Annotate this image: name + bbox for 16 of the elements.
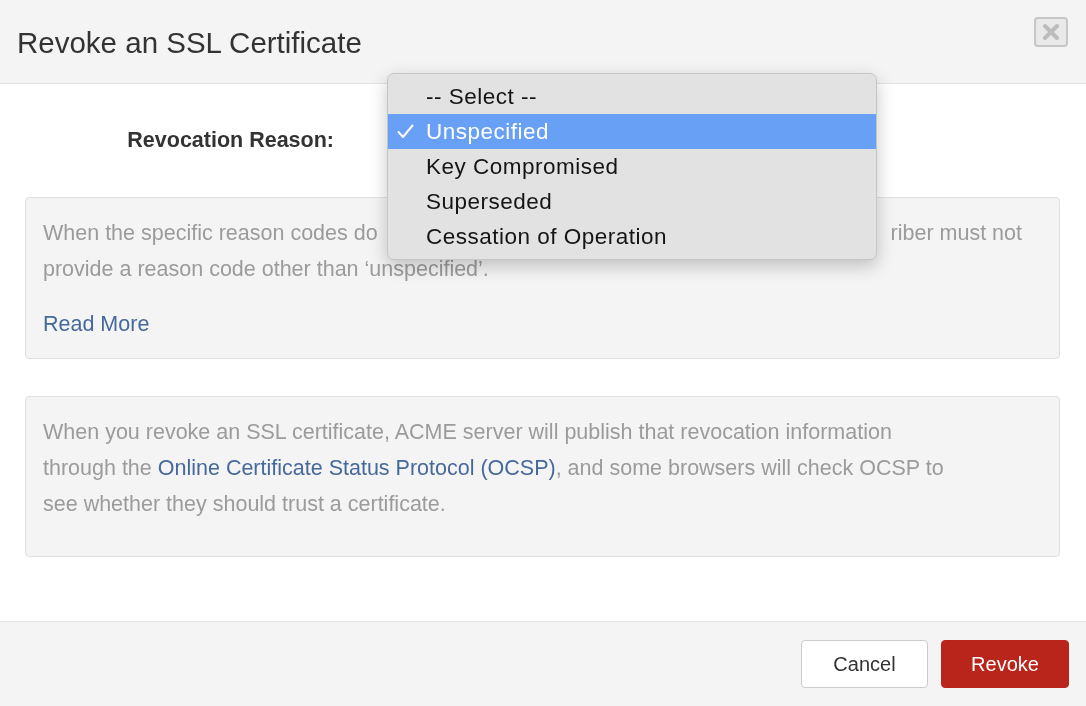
note-text: provide a reason code other than ‘unspecified’. xyxy=(43,257,489,281)
dropdown-option[interactable]: Superseded xyxy=(388,184,876,219)
revoke-button[interactable]: Revoke xyxy=(941,640,1069,688)
dropdown-option[interactable]: -- Select -- xyxy=(388,79,876,114)
dialog-title: Revoke an SSL Certificate xyxy=(17,25,362,60)
note-text: riber must not xyxy=(890,220,1022,247)
ocsp-link[interactable]: Online Certificate Status Protocol (OCSP) xyxy=(157,456,556,480)
close-icon[interactable] xyxy=(1034,17,1068,47)
read-more-link[interactable]: Read More xyxy=(43,306,150,342)
info-paragraph: When you revoke an SSL certificate, ACME server will publish that revocation information through the Online Certificate Status Protocol (OCSP), and some browsers will check OCSP to see whether they should trust a certificate. xyxy=(43,419,945,518)
dropdown-option[interactable]: Key Compromised xyxy=(388,149,876,184)
check-icon xyxy=(397,124,414,139)
cancel-button[interactable]: Cancel xyxy=(801,640,928,688)
field-label: Revocation Reason: xyxy=(126,128,334,153)
dropdown-option[interactable]: Cessation of Operation xyxy=(388,219,876,254)
note-text: When the specific reason codes do xyxy=(43,220,378,247)
